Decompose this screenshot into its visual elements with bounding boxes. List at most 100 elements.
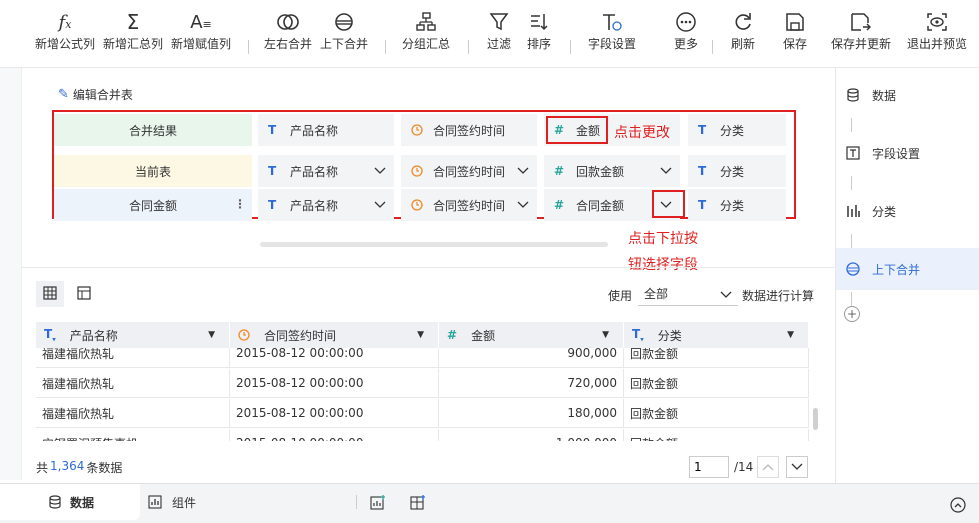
caret-down-icon[interactable]: ▼ <box>417 330 424 340</box>
save-and-update-button[interactable]: 保存并更新 <box>828 8 894 62</box>
total-prefix: 共 <box>36 461 49 475</box>
filter-button[interactable]: 过滤 <box>482 8 516 62</box>
merge-result-field-category[interactable]: T 分类 <box>688 114 786 146</box>
cell-product: 福建福欣热轧 <box>36 369 230 398</box>
contract-field-sign-time[interactable]: 合同签约时间 <box>401 189 537 221</box>
chevron-down-icon[interactable] <box>660 165 672 179</box>
annotation-dropdown-line1: 点击下拉按 <box>628 231 698 247</box>
scope-select[interactable]: 全部 <box>638 282 738 306</box>
row-label-text: 合同金额 <box>128 198 177 213</box>
add-dashboard-button[interactable] <box>410 494 426 513</box>
chevron-down-icon[interactable] <box>374 165 386 179</box>
contract-field-category[interactable]: T 分类 <box>688 189 786 221</box>
right-panel: 数据 字段设置 分类 上下合并 + <box>835 68 979 483</box>
cell-sign-time: 2015-08-12 00:00:00 <box>230 399 439 428</box>
exit-and-preview-button[interactable]: 退出并预览 <box>904 8 970 62</box>
dropdown-highlight <box>652 190 685 218</box>
scope-select-value: 全部 <box>644 287 669 301</box>
merge-result-field-product[interactable]: T 产品名称 <box>258 114 394 146</box>
save-label: 保存 <box>782 37 807 51</box>
column-header-label: 合同签约时间 <box>264 328 337 343</box>
exit-and-preview-label: 退出并预览 <box>906 37 967 51</box>
chevron-down-icon[interactable] <box>517 199 529 213</box>
field-name: 合同签约时间 <box>433 164 506 179</box>
section-divider <box>22 267 835 268</box>
rp-item-classify[interactable]: 分类 <box>836 190 979 232</box>
save-button[interactable]: 保存 <box>778 8 812 62</box>
add-component-button[interactable] <box>370 494 386 513</box>
current-table-field-amount[interactable]: # 回款金额 <box>544 155 680 187</box>
collapse-bottom-button[interactable] <box>950 497 966 516</box>
caret-down-icon[interactable]: ▼ <box>602 330 609 340</box>
current-table-field-sign-time[interactable]: 合同签约时间 <box>401 155 537 187</box>
chevron-down-icon <box>791 460 803 474</box>
tab-component[interactable]: 组件 <box>148 484 248 520</box>
chevron-up-circle-icon <box>950 497 966 516</box>
assign-icon: A≡ <box>190 11 212 33</box>
grid-view-button[interactable] <box>36 281 64 307</box>
prev-page-button[interactable] <box>757 456 779 478</box>
edit-merge-table-link[interactable]: ✎ 编辑合并表 <box>58 86 133 103</box>
cell-amount: 900,000 <box>439 348 624 368</box>
refresh-button[interactable]: 刷新 <box>726 8 760 62</box>
add-assign-column-label: 新增赋值列 <box>170 37 231 51</box>
field-settings-label: 字段设置 <box>587 37 636 51</box>
current-table-field-product[interactable]: T 产品名称 <box>258 155 394 187</box>
cell-amount: 720,000 <box>439 369 624 398</box>
column-header-amount[interactable]: # 金额 ▼ <box>439 322 624 348</box>
rp-item-data[interactable]: 数据 <box>836 74 979 116</box>
row-label-merge-result: 合并结果 <box>54 114 252 146</box>
merge-up-down-button[interactable]: 上下合并 <box>318 8 370 62</box>
row-label-text: 当前表 <box>134 164 171 179</box>
column-header-label: 产品名称 <box>69 328 118 343</box>
next-page-button[interactable] <box>786 456 808 478</box>
number-type-icon: # <box>554 164 565 178</box>
table-row[interactable]: 福建福欣热轧 2015-08-12 00:00:00 180,000 回款金额 <box>36 399 809 429</box>
add-assign-column-button[interactable]: A≡ 新增赋值列 <box>170 8 232 62</box>
field-name: 合同金额 <box>576 198 625 213</box>
rp-item-field-settings[interactable]: 字段设置 <box>836 132 979 174</box>
toolbar-divider <box>468 40 469 54</box>
table-row[interactable]: 福建福欣热轧 2015-08-12 00:00:00 900,000 回款金额 <box>36 348 809 369</box>
column-header-category[interactable]: T▾ 分类 ▼ <box>624 322 809 348</box>
field-name: 产品名称 <box>290 198 339 213</box>
table-vertical-scrollbar[interactable] <box>813 408 818 430</box>
chevron-down-icon[interactable] <box>374 199 386 213</box>
merge-left-right-button[interactable]: 左右合并 <box>262 8 314 62</box>
tab-data[interactable]: 数据 <box>0 484 140 520</box>
column-header-sign-time[interactable]: 合同签约时间 ▼ <box>230 322 439 348</box>
page-number-input[interactable] <box>689 456 729 478</box>
caret-down-icon[interactable]: ▼ <box>787 330 794 340</box>
column-header-product[interactable]: T▾ 产品名称 ▼ <box>36 322 230 348</box>
cell-sign-time: 2015-08-12 00:00:00 <box>230 348 439 368</box>
row-menu-icon[interactable]: ⋮ <box>234 197 246 211</box>
group-summary-button[interactable]: 分组汇总 <box>398 8 454 62</box>
annotation-click-change: 点击更改 <box>614 125 670 141</box>
sort-icon <box>529 8 549 36</box>
sort-button[interactable]: 排序 <box>522 8 556 62</box>
database-icon <box>846 88 862 102</box>
add-step-button[interactable]: + <box>844 306 860 322</box>
toolbar-divider <box>712 40 713 54</box>
merge-horizontal-scrollbar[interactable] <box>260 242 608 247</box>
exit-preview-icon <box>926 8 948 36</box>
more-button[interactable]: 更多 <box>666 8 706 62</box>
cell-amount: 1,000,000 <box>439 429 624 441</box>
layout-view-button[interactable] <box>70 281 98 307</box>
add-formula-column-button[interactable]: fx 新增公式列 <box>34 8 96 62</box>
save-icon <box>785 8 805 36</box>
contract-field-product[interactable]: T 产品名称 <box>258 189 394 221</box>
bottom-tab-bar: 数据 组件 <box>0 483 979 523</box>
page-total: /14 <box>734 460 754 474</box>
chevron-down-icon[interactable] <box>517 165 529 179</box>
field-settings-button[interactable]: 字段设置 <box>584 8 640 62</box>
caret-down-icon[interactable]: ▼ <box>208 330 215 340</box>
refresh-label: 刷新 <box>730 37 755 51</box>
table-row[interactable]: 宁钢罩泥预售事机 2015-08-10 00:00:00 1,000,000 回… <box>36 429 809 441</box>
merge-result-field-sign-time[interactable]: 合同签约时间 <box>401 114 537 146</box>
table-row[interactable]: 福建福欣热轧 2015-08-12 00:00:00 720,000 回款金额 <box>36 369 809 399</box>
filter-label: 过滤 <box>486 37 511 51</box>
add-summary-column-button[interactable]: Σ 新增汇总列 <box>102 8 164 62</box>
rp-item-merge-up-down[interactable]: 上下合并 <box>836 248 979 290</box>
current-table-field-category[interactable]: T 分类 <box>688 155 786 187</box>
